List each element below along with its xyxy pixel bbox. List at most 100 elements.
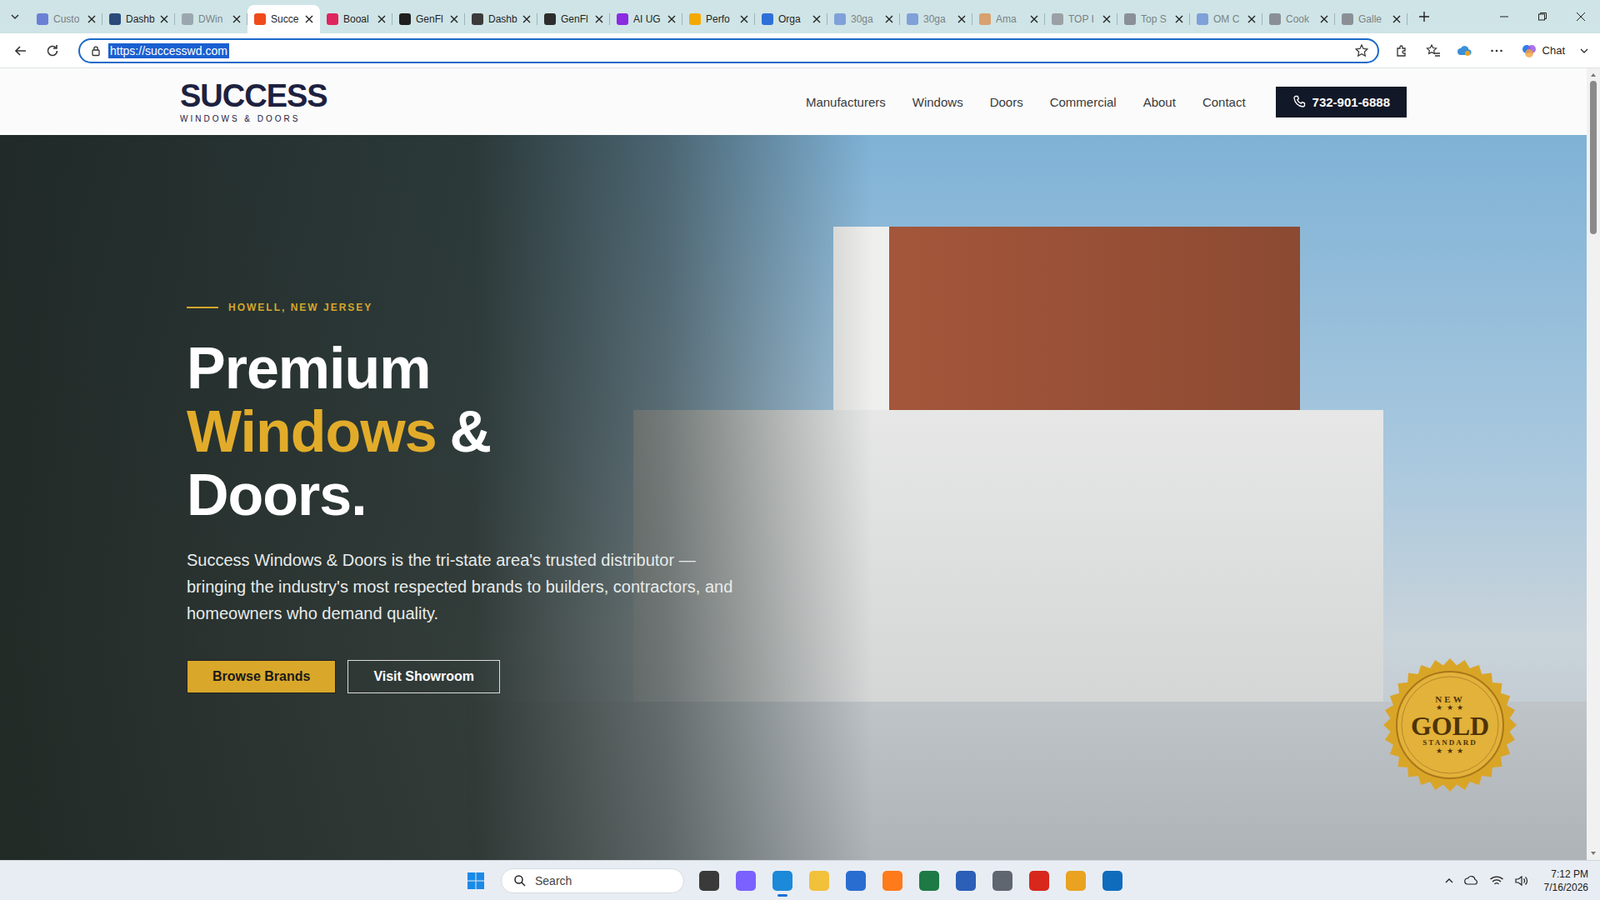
back-button[interactable] — [6, 37, 35, 65]
close-icon[interactable] — [957, 15, 966, 24]
browser-tab[interactable]: Dashb — [465, 5, 538, 33]
page-scrollbar[interactable] — [1586, 68, 1600, 860]
close-icon[interactable] — [232, 15, 241, 24]
chevron-down-icon — [1579, 45, 1590, 56]
gold-standard-badge: NEW★ ★ ★GOLDSTANDARD★ ★ ★ — [1383, 658, 1517, 792]
chevron-up-icon[interactable] — [1444, 875, 1455, 886]
browser-tab[interactable]: AI UG — [610, 5, 683, 33]
cta-button[interactable]: Visit Showroom — [347, 660, 500, 694]
clock[interactable]: 7:12 PM7/16/2026 — [1544, 867, 1589, 895]
close-icon[interactable] — [740, 15, 749, 24]
browser-tab[interactable]: TOP I — [1045, 5, 1118, 33]
close-icon[interactable] — [87, 15, 96, 24]
taskbar: Search 7:12 PM7/16/2026 — [0, 860, 1600, 900]
close-icon[interactable] — [885, 15, 894, 24]
nav-link[interactable]: Commercial — [1050, 95, 1117, 110]
close-icon[interactable] — [1102, 15, 1111, 24]
taskbar-app[interactable] — [765, 864, 800, 898]
sidebar-toggle-button[interactable] — [1575, 37, 1594, 65]
onedrive-icon[interactable] — [1464, 874, 1480, 888]
new-tab-button[interactable] — [1407, 3, 1441, 30]
taskbar-app[interactable] — [1022, 864, 1056, 898]
close-icon[interactable] — [667, 15, 676, 24]
browser-tab[interactable]: Dashb — [102, 5, 175, 33]
browser-tab[interactable]: Succe — [247, 5, 320, 34]
taskbar-app[interactable] — [985, 864, 1020, 898]
browser-tab[interactable]: Top S — [1117, 5, 1190, 33]
address-url[interactable]: https://successwd.com — [108, 43, 230, 59]
browser-tab[interactable]: Orga — [755, 5, 828, 33]
nav-link[interactable]: Contact — [1202, 95, 1246, 110]
profile-button[interactable] — [1450, 37, 1480, 65]
site-header: SUCCESSWINDOWS & DOORS Manufacturers Windo… — [0, 68, 1587, 135]
extensions-button[interactable] — [1387, 37, 1416, 65]
copilot-chat-button[interactable]: Chat — [1514, 37, 1572, 65]
browser-tab[interactable]: 30ga — [827, 5, 900, 33]
close-icon[interactable] — [1175, 15, 1184, 24]
windows-logo-icon — [466, 871, 485, 890]
close-icon[interactable] — [1392, 15, 1401, 24]
close-icon[interactable] — [1247, 15, 1256, 24]
scroll-up-icon[interactable] — [1589, 70, 1598, 80]
speaker-icon[interactable] — [1514, 874, 1530, 888]
close-icon[interactable] — [1030, 15, 1039, 24]
refresh-button[interactable] — [38, 37, 67, 65]
cta-button[interactable]: Browse Brands — [186, 660, 336, 694]
taskbar-app[interactable] — [839, 864, 873, 898]
close-icon[interactable] — [522, 15, 531, 24]
taskbar-app[interactable] — [1059, 864, 1093, 898]
favicon-icon — [254, 13, 266, 25]
nav-link[interactable]: Windows — [912, 95, 964, 110]
taskbar-app[interactable] — [875, 864, 910, 898]
address-bar[interactable]: https://successwd.com — [78, 38, 1380, 64]
close-icon[interactable] — [160, 15, 169, 24]
taskbar-search[interactable]: Search — [500, 868, 685, 894]
nav-link[interactable]: About — [1143, 95, 1176, 110]
tab-label: TOP I — [1068, 13, 1098, 25]
browser-tab[interactable]: OM C — [1190, 5, 1263, 33]
browser-tab[interactable]: GenFl — [537, 5, 610, 33]
browser-tab[interactable]: Ama — [972, 5, 1045, 33]
close-icon[interactable] — [812, 15, 821, 24]
nav-link[interactable]: Doors — [990, 95, 1024, 110]
favorites-button[interactable] — [1419, 37, 1448, 65]
close-icon[interactable] — [595, 15, 604, 24]
favicon-icon — [471, 13, 484, 25]
favicon-icon — [399, 13, 411, 25]
taskbar-app[interactable] — [729, 864, 763, 898]
hero-description: Success Windows & Doors is the tri-state… — [186, 546, 754, 627]
more-button[interactable] — [1482, 37, 1511, 65]
scroll-down-icon[interactable] — [1589, 849, 1598, 858]
browser-tab[interactable]: 30ga — [900, 5, 973, 33]
taskbar-app[interactable] — [802, 864, 836, 898]
phone-button[interactable]: 732-901-6888 — [1275, 86, 1407, 118]
browser-tab[interactable]: Custo — [30, 5, 103, 33]
site-logo[interactable]: SUCCESSWINDOWS & DOORS — [180, 80, 328, 124]
nav-link[interactable]: Manufacturers — [805, 95, 886, 110]
maximize-button[interactable] — [1523, 0, 1562, 34]
browser-tab[interactable]: Galle — [1335, 5, 1408, 33]
browser-tab[interactable]: Booal — [320, 5, 393, 33]
minimize-button[interactable] — [1485, 0, 1524, 34]
cloud-profile-icon — [1456, 43, 1474, 59]
taskbar-app[interactable] — [1095, 864, 1130, 898]
taskbar-app[interactable] — [912, 864, 946, 898]
app-icon — [919, 870, 940, 891]
close-icon[interactable] — [377, 15, 386, 24]
browser-tab[interactable]: Perfo — [682, 5, 755, 33]
close-icon[interactable] — [450, 15, 459, 24]
browser-tab[interactable]: GenFl — [392, 5, 465, 33]
start-button[interactable] — [459, 864, 493, 898]
close-window-button[interactable] — [1561, 0, 1600, 34]
close-icon[interactable] — [305, 15, 314, 24]
tab-actions-button[interactable] — [0, 3, 30, 30]
scroll-thumb[interactable] — [1590, 80, 1597, 235]
browser-tab[interactable]: DWin — [175, 5, 248, 33]
more-icon — [1489, 43, 1505, 59]
star-icon[interactable] — [1354, 43, 1370, 59]
browser-tab[interactable]: Cook — [1262, 5, 1335, 33]
taskbar-app[interactable] — [949, 864, 983, 898]
wifi-icon[interactable] — [1489, 874, 1505, 888]
close-icon[interactable] — [1320, 15, 1329, 24]
taskbar-app[interactable] — [692, 864, 726, 898]
